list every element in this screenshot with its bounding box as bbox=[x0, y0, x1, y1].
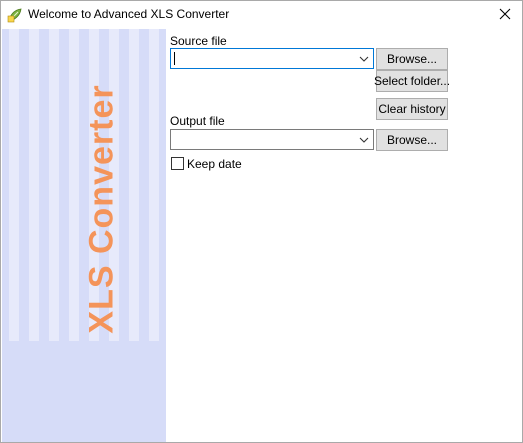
source-browse-button[interactable]: Browse... bbox=[376, 48, 448, 70]
keep-date-checkbox[interactable] bbox=[171, 157, 184, 170]
banner-title: XLS Converter bbox=[82, 84, 121, 334]
title-bar[interactable]: Welcome to Advanced XLS Converter bbox=[1, 1, 522, 29]
close-icon bbox=[499, 8, 511, 23]
clear-history-button[interactable]: Clear history bbox=[376, 98, 448, 120]
text-caret bbox=[174, 52, 175, 65]
app-leaf-icon bbox=[7, 7, 23, 23]
side-banner: XLS Converter bbox=[2, 29, 166, 442]
window-title: Welcome to Advanced XLS Converter bbox=[28, 7, 230, 21]
output-file-combobox[interactable] bbox=[170, 129, 374, 150]
output-file-label: Output file bbox=[170, 114, 225, 128]
close-button[interactable] bbox=[488, 1, 522, 29]
converter-window: Welcome to Advanced XLS Converter XLS Co… bbox=[0, 0, 523, 443]
chevron-down-icon[interactable] bbox=[358, 134, 370, 146]
source-file-combobox[interactable] bbox=[170, 48, 374, 69]
keep-date-label[interactable]: Keep date bbox=[187, 157, 242, 171]
select-folder-button[interactable]: Select folder... bbox=[374, 70, 450, 92]
output-browse-button[interactable]: Browse... bbox=[376, 129, 448, 151]
source-file-label: Source file bbox=[170, 34, 227, 48]
chevron-down-icon[interactable] bbox=[358, 53, 370, 65]
